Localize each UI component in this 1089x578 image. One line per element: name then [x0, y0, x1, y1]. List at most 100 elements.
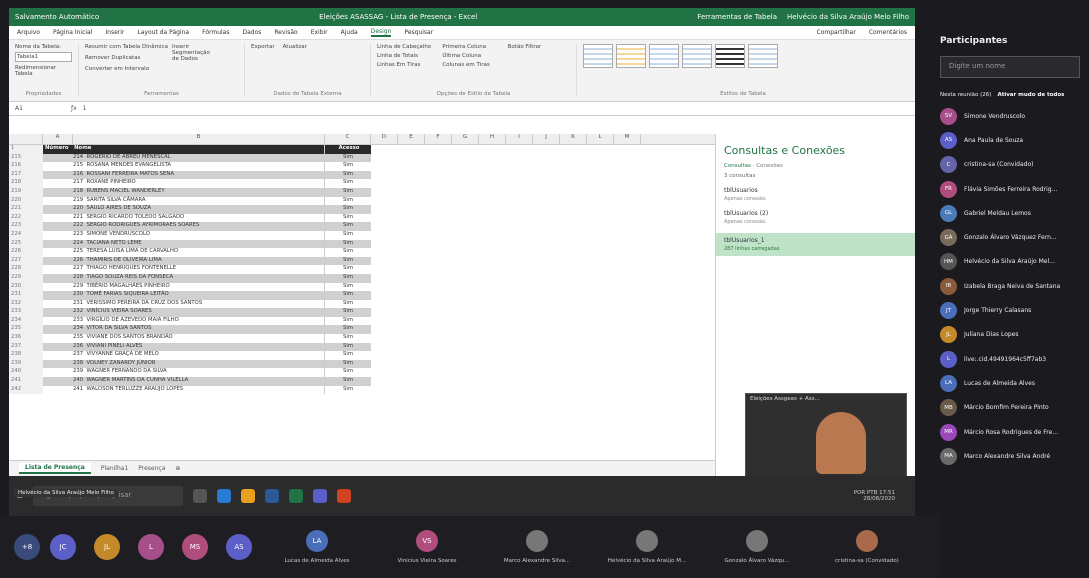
table-row[interactable]: 216 215 ROSANA MENDES EVANGELISTA Sim — [9, 162, 715, 171]
access-cell[interactable]: Sim — [325, 179, 371, 188]
sheet-tab-presenca[interactable]: Presença — [138, 465, 165, 472]
tab-layout[interactable]: Layout da Página — [137, 29, 189, 36]
add-sheet-button[interactable]: ⊕ — [175, 465, 180, 472]
header-acesso[interactable]: Acesso — [325, 145, 371, 154]
tab-revisao[interactable]: Revisão — [274, 29, 297, 36]
comments-button[interactable]: Comentários — [869, 29, 907, 36]
refresh-button[interactable]: Atualizar — [283, 44, 307, 50]
resize-table-button[interactable]: Redimensionar Tabela — [15, 65, 72, 77]
col-f[interactable]: F — [425, 134, 452, 144]
video-tile[interactable]: LA Lucas de Almeida Alves — [262, 518, 372, 576]
avatar[interactable]: JC — [50, 534, 76, 560]
table-row[interactable]: 220 219 SARITA SILVA CÂMARA Sim — [9, 196, 715, 206]
access-cell[interactable]: Sim — [325, 359, 371, 369]
query-item-selected[interactable]: tblUsuarios_1 287 linhas carregadas. — [716, 233, 915, 256]
name-cell[interactable]: 224 TACIANA NETO LEME — [43, 239, 325, 249]
tab-arquivo[interactable]: Arquivo — [17, 29, 40, 36]
access-cell[interactable]: Sim — [325, 291, 371, 300]
user-name[interactable]: Helvécio da Silva Araújo Melo Filho — [787, 13, 909, 21]
summarize-pivot-button[interactable]: Resumir com Tabela Dinâmica — [85, 44, 168, 50]
edge-icon[interactable] — [216, 489, 231, 503]
table-row[interactable]: 225 224 TACIANA NETO LEME Sim — [9, 239, 715, 249]
filter-button-checkbox[interactable]: Botão Filtrar — [508, 44, 570, 50]
query-item[interactable]: tblUsuarios (2) Apenas conexão. — [724, 210, 907, 225]
name-cell[interactable]: 218 RUBENS MACIEL WANDERLEY — [43, 187, 325, 197]
table-row[interactable]: 224 223 SIMONE VENDRUSCOLO Sim — [9, 230, 715, 240]
table-row[interactable]: 239 238 VOLNEY ZANARDY JÚNIOR Sim — [9, 359, 715, 369]
table-row[interactable]: 234 233 VIRGÍLIO DE AZEVEDO MAIA FILHO Sim — [9, 316, 715, 326]
tab-formulas[interactable]: Fórmulas — [202, 29, 229, 36]
access-cell[interactable]: Sim — [325, 386, 371, 395]
access-cell[interactable]: Sim — [325, 239, 371, 249]
participant-item[interactable]: MB Márcio Bomfim Pereira Pinto — [940, 396, 1089, 420]
clock-date[interactable]: 28/08/2020 — [863, 496, 895, 502]
access-cell[interactable]: Sim — [325, 377, 371, 386]
video-tile[interactable]: cristina-sa (Convidado) — [812, 518, 922, 576]
table-row[interactable]: 215 214 ROGÉRIO DE ABREU MENESCAL Sim — [9, 153, 715, 163]
table-row[interactable]: 217 216 ROSSANI FERREIRA MATOS SENA Sim — [9, 170, 715, 180]
access-cell[interactable]: Sim — [325, 170, 371, 180]
access-cell[interactable]: Sim — [325, 351, 371, 360]
col-b[interactable]: B — [73, 134, 325, 144]
avatar[interactable]: JL — [94, 534, 120, 560]
mute-all-button[interactable]: Ativar mudo de todos — [997, 92, 1064, 98]
access-cell[interactable]: Sim — [325, 197, 371, 206]
name-cell[interactable]: 236 VIVIANI PINELI ALVES — [43, 342, 325, 352]
col-e[interactable]: E — [398, 134, 425, 144]
col-i[interactable]: I — [506, 134, 533, 144]
table-row[interactable]: 223 222 SERGIO RODRIGUES AYRIMORAES SOARE… — [9, 222, 715, 231]
access-cell[interactable]: Sim — [325, 214, 371, 223]
table-row[interactable]: 221 220 SAULO AIRES DE SOUZA Sim — [9, 205, 715, 214]
name-cell[interactable]: 228 TIAGO SOUZA REIS DA FONSECA — [43, 273, 325, 283]
banded-columns-checkbox[interactable]: Colunas em Tiras — [442, 62, 504, 68]
formula-input[interactable]: 1 — [83, 105, 87, 112]
col-a[interactable]: A — [43, 134, 73, 144]
participant-item[interactable]: JT Jorge Thierry Calasans — [940, 298, 1089, 322]
participant-item[interactable]: FR Flávia Simões Ferreira Rodrig... — [940, 177, 1089, 201]
participant-item[interactable]: LA Lucas de Almeida Alves — [940, 371, 1089, 395]
participant-search-input[interactable]: Digite um nome — [940, 56, 1080, 78]
table-row[interactable]: 231 230 TOMÉ FARIAS SIQUEIRA LEITÃO Sim — [9, 291, 715, 300]
table-row[interactable]: 230 229 TIBÉRIO MAGALHÃES PINHEIRO Sim — [9, 282, 715, 292]
participant-item[interactable]: HM Helvécio da Silva Araújo Mel... — [940, 250, 1089, 274]
tab-exibir[interactable]: Exibir — [311, 29, 328, 36]
name-cell[interactable]: 232 VINÍCIUS VIEIRA SOARES — [43, 308, 325, 317]
name-cell[interactable]: 234 VITOR DA SILVA SANTOS — [43, 325, 325, 335]
name-cell[interactable]: 239 WAGNER FERNANDO DA SILVA — [43, 368, 325, 378]
connections-tab[interactable]: Conexões — [756, 163, 783, 169]
name-cell[interactable]: 215 ROSANA MENDES EVANGELISTA — [43, 162, 325, 171]
table-row[interactable]: 242 241 WALDSON TERLUZZE ARAUJO LOPES Sim — [9, 385, 715, 395]
name-cell[interactable]: 219 SARITA SILVA CÂMARA — [43, 196, 325, 206]
participant-item[interactable]: Llive:.cid.49491964c5ff7ab3 — [940, 347, 1089, 371]
tab-ajuda[interactable]: Ajuda — [341, 29, 358, 36]
name-cell[interactable]: 227 THIAGO HENRIQUES FONTENELLE — [43, 265, 325, 274]
access-cell[interactable]: Sim — [325, 256, 371, 266]
export-button[interactable]: Exportar — [251, 44, 275, 50]
table-row[interactable]: 241 240 WAGNER MARTINS DA CUNHA VILELLA Si… — [9, 377, 715, 386]
name-cell[interactable]: 222 SERGIO RODRIGUES AYRIMORAES SOARES — [43, 222, 325, 231]
name-cell[interactable]: 237 VIVYANNE GRAÇA DE MELO — [43, 351, 325, 360]
avatar[interactable]: MS — [182, 534, 208, 560]
col-l[interactable]: L — [587, 134, 614, 144]
video-tile[interactable]: Marco Alexandre Silva... — [482, 518, 592, 576]
name-cell[interactable]: 240 WAGNER MARTINS DA CUNHA VILELLA — [43, 377, 325, 386]
convert-range-button[interactable]: Converter em Intervalo — [85, 66, 168, 72]
table-row[interactable]: 236 235 VIVIANE DOS SANTOS BRANDÃO Sim — [9, 334, 715, 343]
header-row-checkbox[interactable]: Linha de Cabeçalho — [377, 44, 439, 50]
access-cell[interactable]: Sim — [325, 153, 371, 163]
participant-item[interactable]: SV Simone Vendruscolo — [940, 104, 1089, 128]
share-button[interactable]: Compartilhar — [817, 29, 856, 36]
access-cell[interactable]: Sim — [325, 317, 371, 326]
name-cell[interactable]: 231 VERISSIMO PEREIRA DA CRUZ DOS SANTOS — [43, 299, 325, 309]
name-cell[interactable]: 225 TERESA LUISA LIMA DE CARVALHO — [43, 248, 325, 257]
table-row[interactable]: 228 227 THIAGO HENRIQUES FONTENELLE Sim — [9, 265, 715, 274]
table-row[interactable]: 232 231 VERISSIMO PEREIRA DA CRUZ DOS SAN… — [9, 299, 715, 309]
table-name-input[interactable]: Tabela1 — [15, 52, 72, 62]
col-c[interactable]: C — [325, 134, 371, 144]
video-preview-window[interactable]: Eleições Assgeas + Ass... — [745, 393, 907, 483]
last-column-checkbox[interactable]: Última Coluna — [442, 53, 504, 59]
sheet-tab-planilha1[interactable]: Planilha1 — [101, 465, 128, 472]
name-cell[interactable]: 241 WALDSON TERLUZZE ARAUJO LOPES — [43, 385, 325, 395]
participant-item[interactable]: Ccristina-sa (Convidado) — [940, 153, 1089, 177]
header-nome[interactable]: Nome — [74, 145, 91, 151]
